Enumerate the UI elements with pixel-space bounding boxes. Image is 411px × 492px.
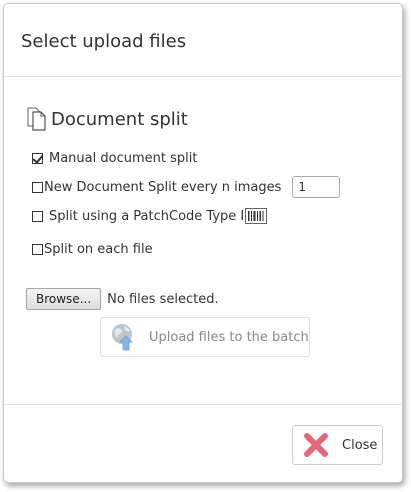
every-n-input[interactable] <box>292 176 341 198</box>
option-every-n: New Document Split every n images <box>32 176 341 198</box>
every-n-label: New Document Split every n images <box>44 179 282 195</box>
option-patchcode: Split using a PatchCode Type I <box>32 208 268 224</box>
close-button[interactable]: Close <box>292 425 383 465</box>
each-file-label: Split on each file <box>44 242 153 257</box>
section-title: Document split <box>51 108 188 130</box>
section-document-split: Document split <box>26 106 188 132</box>
patchcode-checkbox[interactable] <box>32 210 43 222</box>
upload-label: Upload files to the batch <box>149 329 309 345</box>
dialog-header: Select upload files <box>4 4 402 77</box>
file-status: No files selected. <box>107 291 219 307</box>
barcode-icon <box>245 208 268 224</box>
manual-split-label: Manual document split <box>49 151 198 166</box>
globe-upload-icon <box>112 324 133 351</box>
upload-dialog: Select upload files Document split Manua… <box>3 3 403 483</box>
manual-split-checkbox[interactable] <box>32 153 43 164</box>
patchcode-label: Split using a PatchCode Type I <box>49 208 245 224</box>
every-n-checkbox[interactable] <box>32 181 43 193</box>
each-file-checkbox[interactable] <box>32 244 43 255</box>
close-label: Close <box>342 437 378 453</box>
file-input: Browse... No files selected. <box>26 288 219 310</box>
dialog-footer: Close <box>4 404 402 482</box>
close-icon <box>304 433 328 457</box>
upload-files-button[interactable]: Upload files to the batch <box>100 317 310 357</box>
browse-button[interactable]: Browse... <box>26 288 102 310</box>
option-manual-split[interactable]: Manual document split <box>32 151 197 166</box>
document-pages-icon <box>27 107 46 131</box>
dialog-title: Select upload files <box>21 31 187 52</box>
option-each-file[interactable]: Split on each file <box>32 242 153 257</box>
